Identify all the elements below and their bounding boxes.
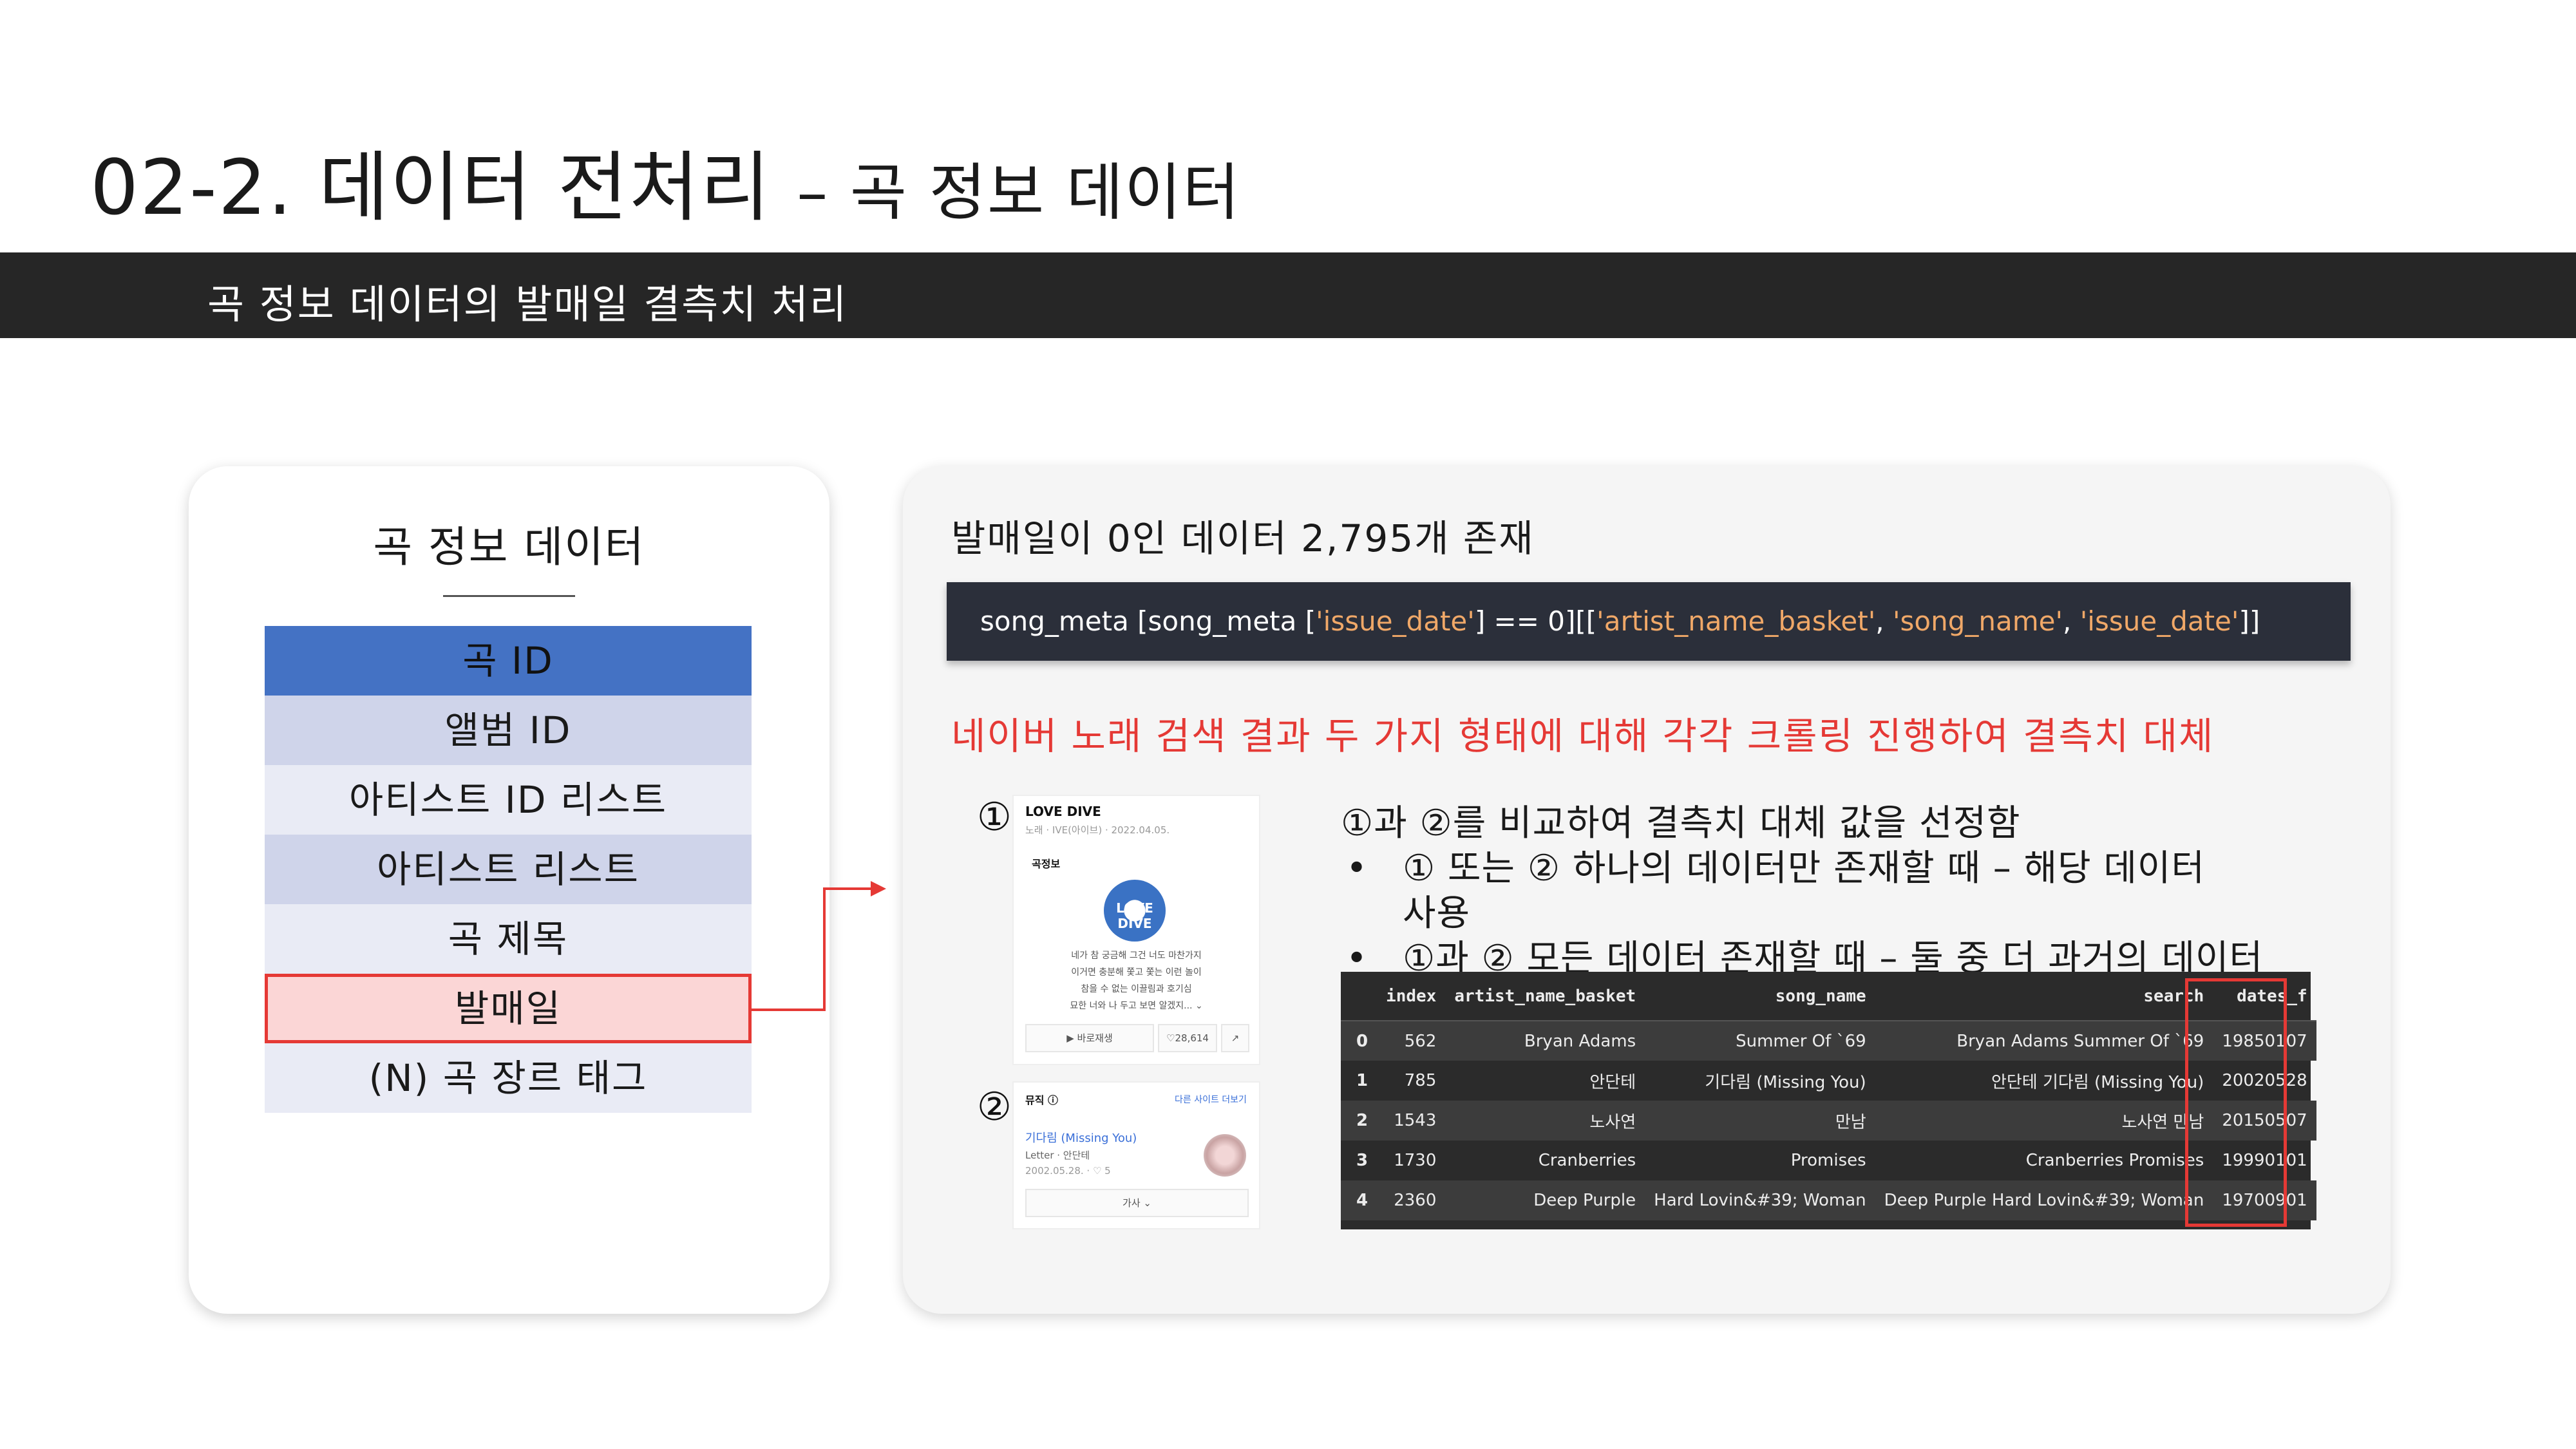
field-list: 곡 ID 앨범 ID 아티스트 ID 리스트 아티스트 리스트 곡 제목 발매일… bbox=[265, 626, 752, 1113]
shot1-lyric: 네가 참 궁금해 그건 너도 마찬가지 bbox=[1071, 951, 1202, 961]
album-art: LOVE DIVE bbox=[1104, 880, 1166, 942]
table-cell: 1730 bbox=[1394, 1151, 1437, 1170]
column-header: song_name bbox=[1645, 972, 1875, 1021]
table-cell: Deep Purple bbox=[1445, 1180, 1645, 1220]
shot1-section: 곡정보 bbox=[1032, 858, 1061, 870]
table-cell: 2360 bbox=[1377, 1180, 1446, 1220]
album-art-text: LOVE DIVE bbox=[1116, 900, 1153, 931]
connector-line bbox=[752, 1009, 824, 1011]
code-string: 'song_name' bbox=[1892, 605, 2063, 637]
play-button[interactable]: ▶ 바로재생 bbox=[1025, 1024, 1154, 1052]
table-cell: Promises bbox=[1790, 1151, 1866, 1170]
table-cell: 1 bbox=[1356, 1071, 1368, 1090]
table-cell: Bryan Adams Summer Of `69 bbox=[1875, 1021, 2213, 1061]
code-string: 'artist_name_basket' bbox=[1596, 605, 1876, 637]
shot1-lyric: 참을 수 없는 이끌림과 호기심 bbox=[1081, 984, 1192, 994]
code-string: 'issue_date' bbox=[2079, 605, 2239, 637]
title-divider bbox=[443, 595, 575, 597]
section-band-text: 곡 정보 데이터의 발매일 결측치 처리 bbox=[207, 281, 848, 328]
badge-two: ② bbox=[977, 1084, 1012, 1130]
arrow-head-icon bbox=[871, 881, 886, 896]
share-icon[interactable]: ↗ bbox=[1221, 1024, 1249, 1052]
field-song-id: 곡 ID bbox=[265, 626, 752, 696]
code-part: , bbox=[2063, 605, 2080, 637]
field-song-title: 곡 제목 bbox=[265, 904, 752, 974]
processing-card: 발매일이 0인 데이터 2,795개 존재 song_meta [song_me… bbox=[903, 466, 2391, 1314]
table-row: 2 1543 노사연 만남 노사연 만남 20150507 bbox=[1341, 1101, 2316, 1141]
code-string: 'issue_date' bbox=[1316, 605, 1475, 637]
column-header: artist_name_basket bbox=[1445, 972, 1645, 1021]
field-issue-date-highlighted: 발매일 bbox=[265, 974, 752, 1043]
table-cell: Bryan Adams bbox=[1445, 1021, 1645, 1061]
table-cell: 안단테 기다림 (Missing You) bbox=[1991, 1072, 2204, 1092]
rule-item: ① 또는 ② 하나의 데이터만 존재할 때 – 해당 데이터 bbox=[1341, 846, 2263, 891]
shot2-song[interactable]: 기다림 (Missing You) bbox=[1025, 1129, 1137, 1146]
search-result-screenshot-one: LOVE DIVE 노래 · IVE(아이브) · 2022.04.05. 곡정… bbox=[1012, 795, 1260, 1065]
table-row: 4 2360 Deep Purple Hard Lovin&#39; Woman… bbox=[1341, 1180, 2316, 1220]
song-info-card: 곡 정보 데이터 곡 ID 앨범 ID 아티스트 ID 리스트 아티스트 리스트… bbox=[189, 466, 829, 1314]
table-cell: Cranberries Promises bbox=[2025, 1151, 2204, 1170]
table-cell: Hard Lovin&#39; Woman bbox=[1645, 1180, 1875, 1220]
shot2-artist: Letter · 안단테 bbox=[1025, 1150, 1090, 1161]
missing-count-heading: 발매일이 0인 데이터 2,795개 존재 bbox=[951, 516, 1535, 560]
shot1-title: LOVE DIVE bbox=[1025, 804, 1101, 819]
table-cell: 562 bbox=[1377, 1021, 1446, 1061]
field-artist-id-list: 아티스트 ID 리스트 bbox=[265, 765, 752, 835]
search-result-screenshot-two: 뮤직 ⓘ 다른 사이트 더보기 기다림 (Missing You) Letter… bbox=[1012, 1081, 1260, 1229]
code-part: , bbox=[1875, 605, 1893, 637]
table-cell: Summer Of `69 bbox=[1645, 1021, 1875, 1061]
table-cell: 3 bbox=[1356, 1151, 1368, 1170]
connector-line bbox=[823, 887, 875, 890]
table-cell: 안단테 bbox=[1589, 1072, 1636, 1092]
shot2-more-link[interactable]: 다른 사이트 더보기 bbox=[1175, 1093, 1247, 1106]
column-header bbox=[1341, 972, 1378, 1021]
table-cell: 노사연 bbox=[1445, 1101, 1645, 1141]
page-title-sub: – 곡 정보 데이터 bbox=[797, 156, 1241, 229]
like-button[interactable]: ♡28,614 bbox=[1158, 1024, 1217, 1052]
shot2-label: 뮤직 ⓘ bbox=[1025, 1094, 1059, 1106]
table-cell: 2 bbox=[1341, 1101, 1378, 1141]
table-cell: 기다림 (Missing You) bbox=[1705, 1072, 1866, 1092]
column-header: index bbox=[1377, 972, 1446, 1021]
code-part: song_meta [song_meta [ bbox=[980, 605, 1316, 637]
page-title-main: 02-2. 데이터 전처리 bbox=[90, 143, 772, 232]
result-dataframe: index artist_name_basket song_name searc… bbox=[1341, 972, 2316, 1229]
shot1-lyric: 묘한 너와 나 두고 보면 알겠지... ⌄ bbox=[1070, 1001, 1203, 1011]
table-cell: 0 bbox=[1341, 1021, 1378, 1061]
dates-column-highlight bbox=[2185, 978, 2287, 1227]
table-header-row: index artist_name_basket song_name searc… bbox=[1341, 972, 2316, 1021]
table-cell: Cranberries bbox=[1538, 1151, 1636, 1170]
code-part: ]] bbox=[2239, 605, 2260, 637]
table-row: 0 562 Bryan Adams Summer Of `69 Bryan Ad… bbox=[1341, 1021, 2316, 1061]
page-title: 02-2. 데이터 전처리 – 곡 정보 데이터 bbox=[90, 126, 1241, 236]
table-cell: 노사연 만남 bbox=[1875, 1101, 2213, 1141]
dataframe-table: index artist_name_basket song_name searc… bbox=[1341, 972, 2316, 1220]
field-album-id: 앨범 ID bbox=[265, 696, 752, 765]
field-genre-tags: (N) 곡 장르 태그 bbox=[265, 1043, 752, 1113]
song-info-card-title: 곡 정보 데이터 bbox=[373, 522, 645, 572]
table-cell: Deep Purple Hard Lovin&#39; Woman bbox=[1875, 1180, 2213, 1220]
table-row: 1 785 안단테 기다림 (Missing You) 안단테 기다림 (Mis… bbox=[1341, 1061, 2316, 1101]
badge-one: ① bbox=[977, 795, 1012, 840]
column-header: search bbox=[1875, 972, 2213, 1021]
shot1-lyric: 이거면 충분해 쫓고 쫓는 이런 놀이 bbox=[1071, 967, 1202, 978]
connector-line bbox=[823, 887, 826, 1011]
table-cell: 4 bbox=[1341, 1180, 1378, 1220]
thumbnail-image bbox=[1204, 1134, 1246, 1177]
comparison-intro: ①과 ②를 비교하여 결측치 대체 값을 선정함 bbox=[1341, 802, 2021, 844]
shot2-date: 2002.05.28. · ♡ 5 bbox=[1025, 1165, 1111, 1177]
shot1-meta: 노래 · IVE(아이브) · 2022.04.05. bbox=[1025, 824, 1170, 836]
section-band: 곡 정보 데이터의 발매일 결측치 처리 bbox=[0, 252, 2576, 338]
code-part: ] == 0][[ bbox=[1474, 605, 1597, 637]
field-artist-list: 아티스트 리스트 bbox=[265, 835, 752, 904]
table-row: 3 1730 Cranberries Promises Cranberries … bbox=[1341, 1141, 2316, 1180]
code-snippet: song_meta [song_meta ['issue_date'] == 0… bbox=[947, 582, 2351, 661]
crawling-note: 네이버 노래 검색 결과 두 가지 형태에 대해 각각 크롤링 진행하여 결측치… bbox=[951, 714, 2215, 758]
lyrics-button[interactable]: 가사 ⌄ bbox=[1025, 1189, 1249, 1217]
table-cell: 만남 bbox=[1645, 1101, 1875, 1141]
table-cell: 1543 bbox=[1377, 1101, 1446, 1141]
rule-item-cont: 사용 bbox=[1403, 893, 1471, 934]
table-cell: 785 bbox=[1404, 1071, 1437, 1090]
